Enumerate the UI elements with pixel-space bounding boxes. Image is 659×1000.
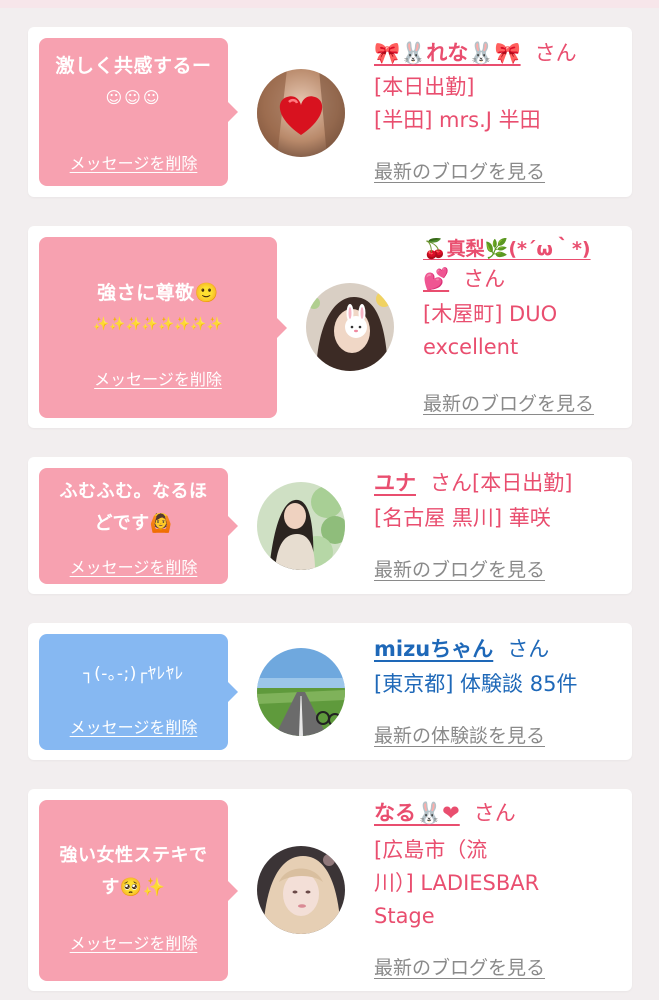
- shop-label: [木屋町] DUO: [423, 302, 558, 326]
- girl-info: 🎀🐰れな🐰🎀 さん [本日出勤] [半田] mrs.J 半田: [374, 38, 624, 137]
- shop-label: [半田] mrs.J 半田: [374, 108, 541, 132]
- message-bubble: ┐(-｡-;)┌ﾔﾚﾔﾚ メッセージを削除: [39, 634, 238, 750]
- delete-message-link[interactable]: メッセージを削除: [39, 150, 228, 174]
- girl-info: ユナ さん[本日出勤] [名古屋 黒川] 華咲: [374, 468, 624, 535]
- girl-name-link[interactable]: ユナ: [374, 471, 416, 495]
- reviewer-info: mizuちゃん さん [東京都] 体験談 85件: [374, 634, 624, 701]
- message-card: ふむふむ。なるほ どです🙆 メッセージを削除 ユナ さん[本日出勤] [名古屋 黒…: [28, 457, 632, 594]
- avatar-image: [306, 283, 394, 371]
- girl-info: なる🐰❤ さん [広島市（流 川）] LADIESBAR Stage: [374, 798, 624, 933]
- message-card: 強い女性ステキで す🥺✨ メッセージを削除 なる🐰❤ さん [広島市（流 川）] …: [28, 789, 632, 991]
- shop-label: [広島市（流: [374, 838, 488, 862]
- girl-name-link-cont[interactable]: 💕: [423, 267, 449, 291]
- latest-review-link[interactable]: 最新の体験談を見る: [374, 721, 545, 748]
- girl-info: 🍒真梨🌿(*´ω｀*) 💕 さん [木屋町] DUO excellent: [423, 233, 628, 364]
- latest-blog-link[interactable]: 最新のブログを見る: [374, 157, 545, 184]
- message-emoji: ✨✨✨✨✨✨✨✨: [93, 317, 223, 332]
- message-bubble: 激しく共感するー ☺☺☺ メッセージを削除: [39, 38, 238, 186]
- top-strip: [0, 0, 659, 8]
- girl-name-link[interactable]: 🍒真梨🌿(*´ω｀*): [423, 238, 591, 260]
- avatar-image: [257, 846, 345, 934]
- message-card: ┐(-｡-;)┌ﾔﾚﾔﾚ メッセージを削除 mizuちゃん さん [東京都] 体験…: [28, 623, 632, 760]
- avatar-image: [257, 648, 345, 736]
- message-text-cont: どです🙆: [94, 513, 173, 534]
- girl-name-link[interactable]: なる🐰❤: [374, 801, 460, 825]
- message-text: ┐(-｡-;)┌ﾔﾚﾔﾚ: [83, 664, 184, 684]
- status-badge: [本日出勤]: [374, 75, 475, 99]
- message-bubble: 強さに尊敬🙂 ✨✨✨✨✨✨✨✨ メッセージを削除: [39, 237, 287, 418]
- message-text-cont: す🥺✨: [101, 877, 166, 898]
- girl-name-link[interactable]: 🎀🐰れな🐰🎀: [374, 41, 521, 65]
- review-count-label: [東京都] 体験談 85件: [374, 672, 578, 696]
- honorific: さん: [507, 637, 550, 661]
- message-text: 強い女性ステキで: [59, 845, 208, 866]
- reviewer-name-link[interactable]: mizuちゃん: [374, 637, 493, 661]
- avatar-image: [257, 69, 345, 157]
- message-card: 強さに尊敬🙂 ✨✨✨✨✨✨✨✨ メッセージを削除 🍒真梨🌿(*´ω｀*) 💕 さん: [28, 226, 632, 428]
- message-emoji: ☺☺☺: [105, 88, 162, 107]
- message-text: 強さに尊敬🙂: [97, 282, 219, 304]
- delete-message-link[interactable]: メッセージを削除: [39, 714, 228, 738]
- message-bubble: 強い女性ステキで す🥺✨ メッセージを削除: [39, 800, 238, 981]
- avatar[interactable]: [306, 283, 394, 371]
- delete-message-link[interactable]: メッセージを削除: [39, 930, 228, 954]
- message-bubble: ふむふむ。なるほ どです🙆 メッセージを削除: [39, 468, 238, 584]
- shop-label-cont: Stage: [374, 904, 435, 928]
- avatar[interactable]: [257, 482, 345, 570]
- honorific: さん: [473, 801, 516, 825]
- shop-label-cont: 川）] LADIESBAR: [374, 871, 540, 895]
- delete-message-link[interactable]: メッセージを削除: [39, 366, 277, 390]
- latest-blog-link[interactable]: 最新のブログを見る: [374, 953, 545, 980]
- shop-label-cont: excellent: [423, 335, 519, 359]
- delete-message-link[interactable]: メッセージを削除: [39, 554, 228, 578]
- message-text: ふむふむ。なるほ: [59, 481, 208, 502]
- shop-label: [名古屋 黒川] 華咲: [374, 506, 551, 530]
- avatar[interactable]: [257, 846, 345, 934]
- avatar-image: [257, 482, 345, 570]
- message-card: 激しく共感するー ☺☺☺ メッセージを削除 🎀🐰れな🐰🎀 さん [本日出勤] […: [28, 27, 632, 197]
- avatar[interactable]: [257, 648, 345, 736]
- honorific: さん: [463, 267, 506, 291]
- honorific: さん: [534, 41, 577, 65]
- avatar[interactable]: [257, 69, 345, 157]
- message-text: 激しく共感するー: [55, 55, 212, 77]
- honorific: さん[本日出勤]: [430, 471, 573, 495]
- latest-blog-link[interactable]: 最新のブログを見る: [423, 389, 594, 416]
- latest-blog-link[interactable]: 最新のブログを見る: [374, 555, 545, 582]
